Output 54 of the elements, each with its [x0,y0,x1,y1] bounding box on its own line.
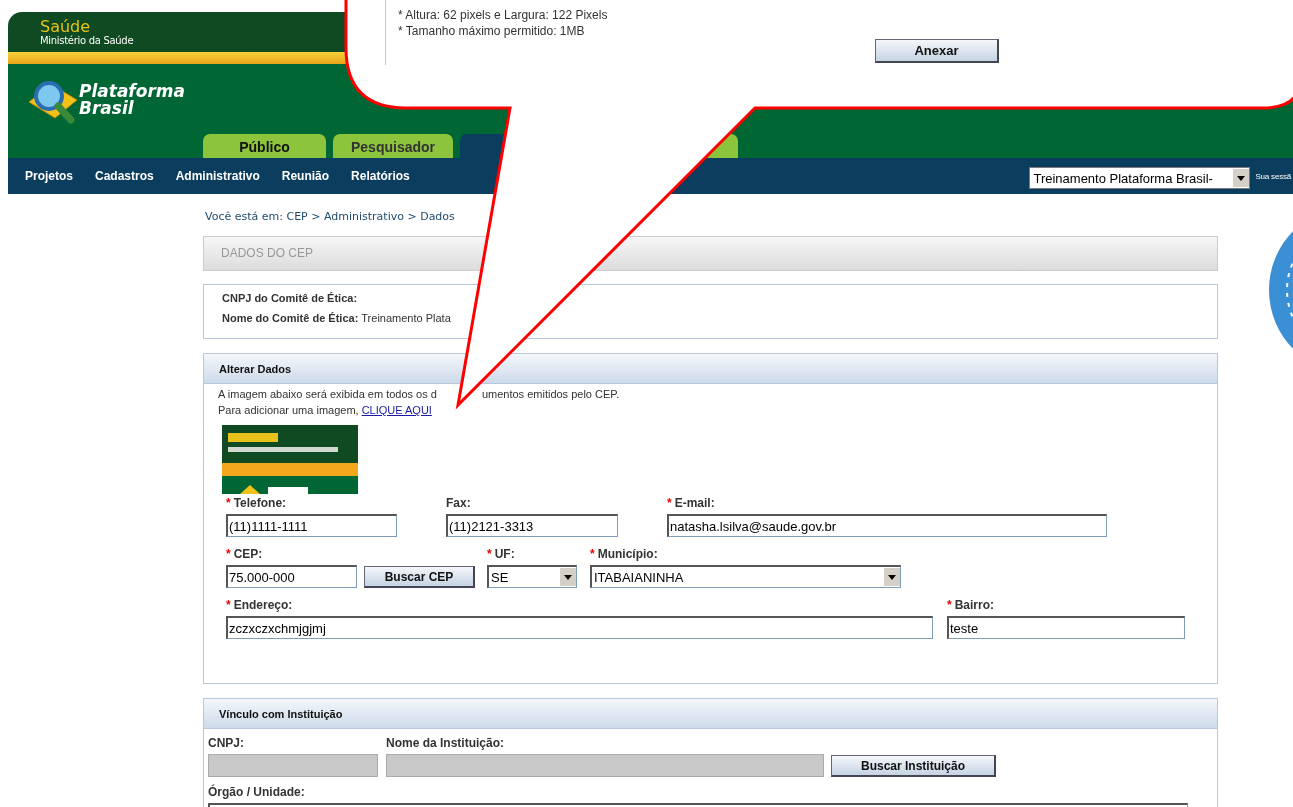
menu-item[interactable]: Cadastros [95,169,154,183]
input-field[interactable]: zczxczxchmjgjmj [226,616,933,639]
ministry-subtitle: Ministério da Saúde [40,35,134,46]
session-text: Sua sessã [1255,171,1291,181]
select-field[interactable]: ITABAIANINHA [590,565,901,588]
field-label: UF: [494,547,515,561]
select-field[interactable]: SE [487,565,577,588]
search-button[interactable]: Buscar CEP [364,566,475,588]
field-label: Bairro: [954,598,994,612]
required-mark: * [590,547,595,561]
field-value: Treinamento Plata [361,312,451,324]
field-label: Órgão / Unidade: [208,785,305,799]
field-label: Endereço: [233,598,293,612]
field-label: CEP: [233,547,263,561]
menu-item[interactable]: Reunião [281,169,330,183]
ministry-title: Saúde [40,19,91,35]
field-label: Nome da Instituição: [386,736,504,750]
required-mark: * [226,598,231,612]
required-mark: * [226,547,231,561]
input-field[interactable]: (11)2121-3313 [446,514,618,537]
menu-item[interactable]: Administrativo [175,169,260,183]
section-header: Vínculo com Instituição [204,699,1217,729]
section-header: Alterar Dados [204,354,1217,384]
required-mark: * [947,598,952,612]
context-select[interactable]: Treinamento Plataforma Brasil- [1029,167,1251,189]
add-image-link[interactable]: CLIQUE AQUI [361,402,432,418]
attach-button[interactable]: Anexar [875,39,999,63]
menu-item[interactable]: Projetos [25,169,73,183]
nav-tab[interactable]: Público [203,134,326,158]
nav-tab[interactable]: Pesquisador [333,134,453,158]
description-text: umentos emitidos pelo CEP. [481,387,620,402]
input-field[interactable]: teste [947,616,1185,639]
required-mark: * [487,547,492,561]
field-label: E-mail: [674,496,715,510]
field-label: Fax: [446,496,471,510]
required-mark: * [667,496,672,510]
logo-text: Brasil [79,100,135,117]
input-field[interactable]: (11)1111-1111 [226,514,397,537]
description-text: A imagem abaixo será exibida em todos os d [218,387,437,402]
field-label: CNPJ do Comitê de Ética: [222,292,358,304]
input-field[interactable]: natasha.lsilva@saude.gov.br [667,514,1107,537]
breadcrumb: Você está em: CEP > Administrativo > Dados [204,210,456,225]
field-label: Município: [597,547,658,561]
menu-item[interactable]: Relatórios [351,169,410,183]
note-text: * Tamanho máximo permitido: 1MB [398,23,586,39]
note-text: * Altura: 62 pixels e Largura: 122 Pixels [398,7,609,23]
search-button[interactable]: Buscar Instituição [831,755,996,777]
logo-text: Plataforma [79,83,185,100]
required-mark: * [226,496,231,510]
input-field[interactable]: 75.000-000 [226,565,357,588]
field-label: CNPJ: [208,736,244,750]
field-label: Nome do Comitê de Ética: [222,312,359,324]
field-label: Telefone: [233,496,287,510]
description-text: Para adicionar uma imagem, [218,403,359,418]
